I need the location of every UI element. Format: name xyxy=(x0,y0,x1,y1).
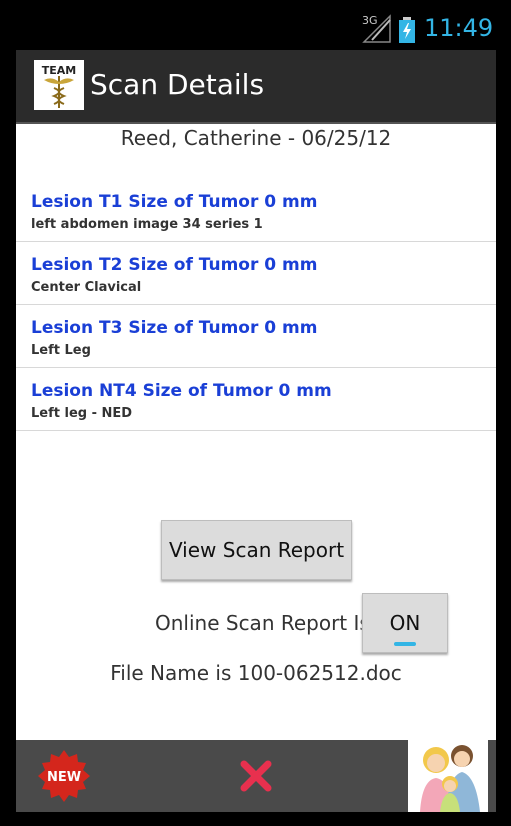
lesion-title: Lesion T1 Size of Tumor 0 mm xyxy=(31,192,318,212)
caduceus-icon: TEAM xyxy=(42,64,76,108)
lesion-item-t2[interactable]: Lesion T2 Size of Tumor 0 mm Center Clav… xyxy=(16,242,496,305)
lesion-title: Lesion T3 Size of Tumor 0 mm xyxy=(31,318,318,338)
new-badge-icon[interactable]: NEW xyxy=(36,748,92,804)
toggle-state-label: ON xyxy=(389,611,421,635)
delete-icon[interactable] xyxy=(238,758,274,794)
lesion-subtitle: Left leg - NED xyxy=(31,406,133,421)
page-title: Scan Details xyxy=(90,68,265,101)
lesion-item-nt4[interactable]: Lesion NT4 Size of Tumor 0 mm Left leg -… xyxy=(16,368,496,431)
device-frame: 3G 11:49 TEAM Scan Details Reed, Catheri… xyxy=(0,0,511,826)
lesion-subtitle: left abdomen image 34 series 1 xyxy=(31,217,263,232)
status-clock: 11:49 xyxy=(424,14,494,42)
patient-header: Reed, Catherine - 06/25/12 xyxy=(120,126,392,150)
lesion-subtitle: Left Leg xyxy=(31,343,91,358)
lesion-list: Lesion T1 Size of Tumor 0 mm left abdome… xyxy=(16,179,496,431)
lesion-item-t3[interactable]: Lesion T3 Size of Tumor 0 mm Left Leg xyxy=(16,305,496,368)
battery-charging-icon xyxy=(399,17,415,43)
signal-icon: 3G xyxy=(362,14,391,43)
view-scan-report-button[interactable]: View Scan Report xyxy=(161,520,352,580)
action-bar: TEAM Scan Details xyxy=(16,50,496,124)
toggle-indicator xyxy=(394,642,416,646)
lesion-title: Lesion NT4 Size of Tumor 0 mm xyxy=(31,381,332,401)
logo-text: TEAM xyxy=(42,64,76,77)
network-type-label: 3G xyxy=(362,14,378,27)
scan-details-content: Reed, Catherine - 06/25/12 Lesion T1 Siz… xyxy=(16,124,496,740)
online-report-toggle[interactable]: ON xyxy=(362,593,448,653)
lesion-title: Lesion T2 Size of Tumor 0 mm xyxy=(31,255,318,275)
bottom-action-bar: NEW xyxy=(16,740,496,812)
family-icon[interactable] xyxy=(408,740,488,812)
status-bar: 3G 11:49 xyxy=(0,0,511,50)
online-report-label: Online Scan Report Is xyxy=(155,611,370,635)
lesion-subtitle: Center Clavical xyxy=(31,280,142,295)
lesion-item-t1[interactable]: Lesion T1 Size of Tumor 0 mm left abdome… xyxy=(16,179,496,242)
file-name-label: File Name is 100-062512.doc xyxy=(110,661,402,685)
family-illustration xyxy=(420,745,480,812)
new-badge-label: NEW xyxy=(47,770,81,785)
team-logo[interactable]: TEAM xyxy=(34,60,84,110)
